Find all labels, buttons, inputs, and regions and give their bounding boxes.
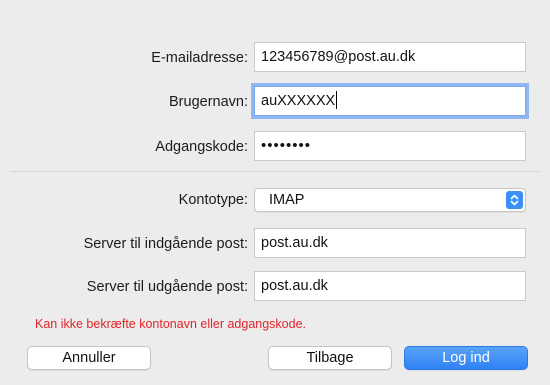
login-button[interactable]: Log ind xyxy=(404,346,528,370)
error-message: Kan ikke bekræfte kontonavn eller adgang… xyxy=(35,317,307,331)
email-label: E-mailadresse: xyxy=(151,50,248,66)
password-row: Adgangskode: •••••••• xyxy=(10,131,540,163)
outgoing-server-label: Server til udgående post: xyxy=(86,279,248,295)
account-type-label: Kontotype: xyxy=(178,192,248,208)
incoming-server-field[interactable]: post.au.dk xyxy=(254,228,526,258)
account-type-value: IMAP xyxy=(269,192,305,208)
username-field[interactable]: auXXXXXX xyxy=(254,86,526,116)
incoming-server-label: Server til indgående post: xyxy=(83,236,248,252)
text-caret xyxy=(336,91,338,110)
outgoing-server-row: Server til udgående post: post.au.dk xyxy=(10,271,540,303)
username-value: auXXXXXX xyxy=(261,93,336,109)
outgoing-server-field[interactable]: post.au.dk xyxy=(254,271,526,301)
back-button[interactable]: Tilbage xyxy=(268,346,392,370)
email-field[interactable]: 123456789@post.au.dk xyxy=(254,42,526,72)
account-setup-sheet: E-mailadresse: 123456789@post.au.dk Brug… xyxy=(10,0,540,385)
account-type-row: Kontotype: IMAP xyxy=(10,188,540,220)
username-label: Brugernavn: xyxy=(169,94,248,110)
cancel-button[interactable]: Annuller xyxy=(27,346,151,370)
incoming-server-row: Server til indgående post: post.au.dk xyxy=(10,228,540,260)
password-label: Adgangskode: xyxy=(155,139,248,155)
email-row: E-mailadresse: 123456789@post.au.dk xyxy=(10,42,540,74)
account-type-select[interactable]: IMAP xyxy=(254,188,526,212)
password-field[interactable]: •••••••• xyxy=(254,131,526,161)
chevron-up-down-icon xyxy=(506,191,523,209)
section-divider xyxy=(10,171,540,172)
username-row: Brugernavn: auXXXXXX xyxy=(10,86,540,118)
